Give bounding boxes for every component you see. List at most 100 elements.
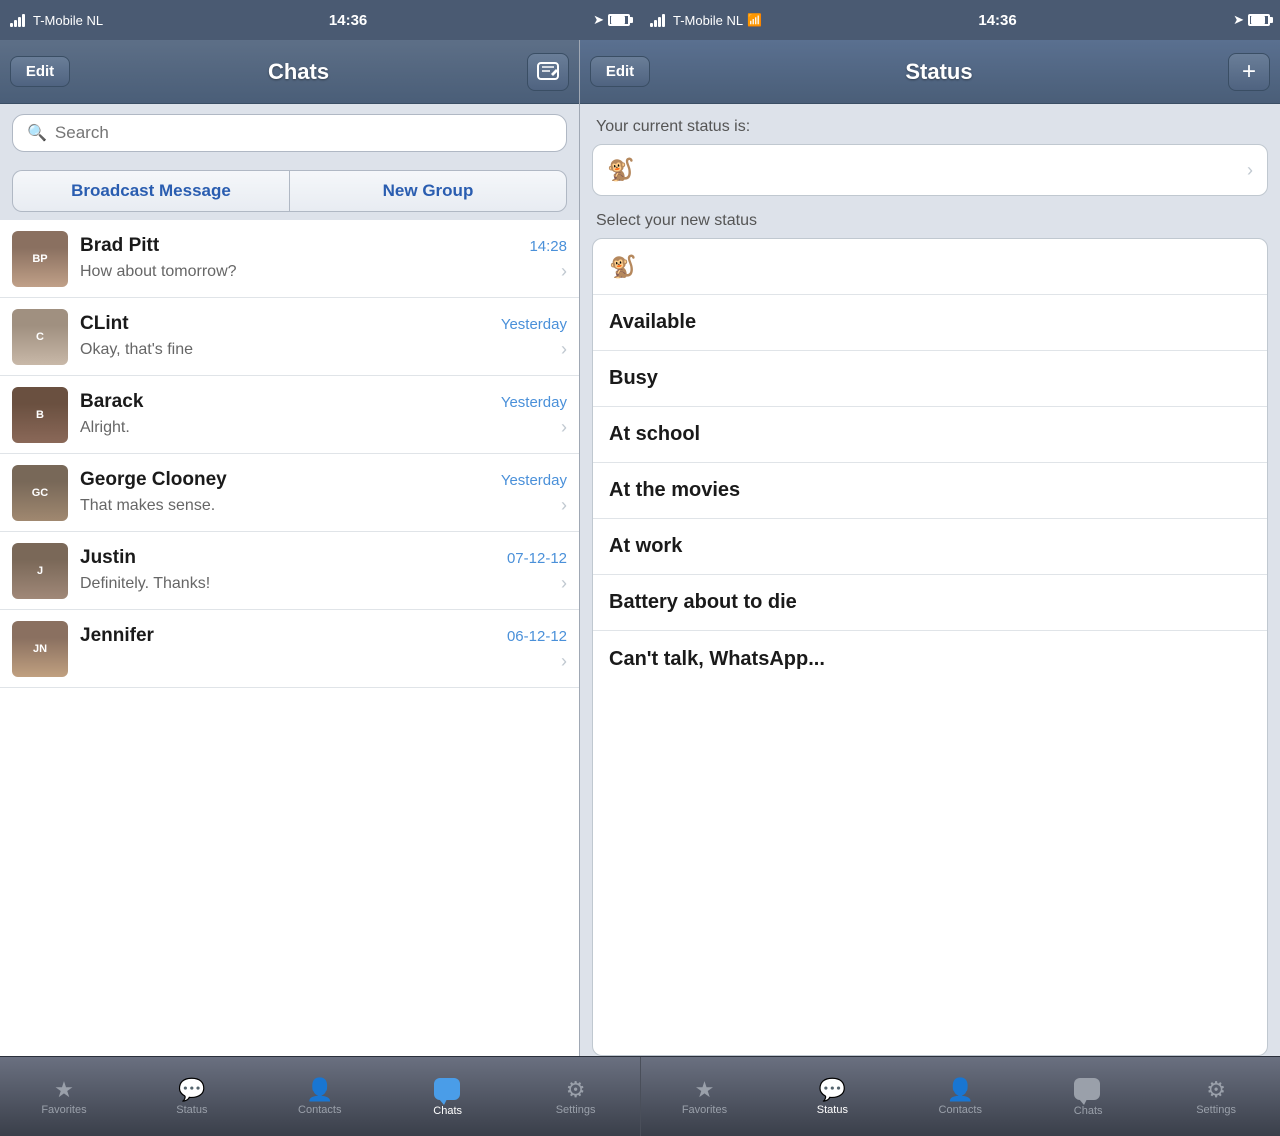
location-icon: ➤ bbox=[593, 12, 604, 28]
chat-time: Yesterday bbox=[501, 394, 567, 411]
tab-item-contacts[interactable]: 👤 Contacts bbox=[256, 1057, 384, 1136]
chat-time: Yesterday bbox=[501, 316, 567, 333]
search-container: 🔍 bbox=[0, 104, 579, 162]
chat-name: George Clooney bbox=[80, 469, 227, 491]
chat-item[interactable]: BP Brad Pitt 14:28 How about tomorrow? › bbox=[0, 220, 579, 298]
chat-info: Justin 07-12-12 Definitely. Thanks! › bbox=[80, 547, 567, 594]
settings-icon: ⚙ bbox=[1206, 1079, 1226, 1101]
compose-button[interactable] bbox=[527, 53, 569, 91]
tab-item-settings[interactable]: ⚙ Settings bbox=[512, 1057, 640, 1136]
page-title-left: Chats bbox=[70, 59, 527, 85]
tab-label: Chats bbox=[433, 1105, 462, 1117]
tab-label: Settings bbox=[556, 1104, 596, 1116]
search-input[interactable] bbox=[55, 123, 552, 143]
chat-info: Brad Pitt 14:28 How about tomorrow? › bbox=[80, 235, 567, 282]
status-icon: 💬 bbox=[178, 1079, 205, 1101]
chat-time: 06-12-12 bbox=[507, 628, 567, 645]
chat-info: George Clooney Yesterday That makes sens… bbox=[80, 469, 567, 516]
carrier-name-right: T-Mobile NL bbox=[673, 13, 743, 28]
chevron-icon: › bbox=[561, 339, 567, 360]
tab-item-settings[interactable]: ⚙ Settings bbox=[1152, 1057, 1280, 1136]
status-option-item[interactable]: Battery about to die bbox=[593, 575, 1267, 631]
current-status-chevron-icon: › bbox=[1247, 160, 1253, 181]
chat-preview: That makes sense. bbox=[80, 497, 553, 515]
chat-time: 14:28 bbox=[529, 238, 567, 255]
tab-item-favorites[interactable]: ★ Favorites bbox=[641, 1057, 769, 1136]
chat-name: Brad Pitt bbox=[80, 235, 159, 257]
chat-name: Barack bbox=[80, 391, 143, 413]
tab-item-chats[interactable]: Chats bbox=[1024, 1057, 1152, 1136]
tab-label: Settings bbox=[1196, 1104, 1236, 1116]
chat-item[interactable]: GC George Clooney Yesterday That makes s… bbox=[0, 454, 579, 532]
new-group-button[interactable]: New Group bbox=[289, 170, 567, 212]
status-time-left: 14:36 bbox=[103, 12, 593, 29]
chat-item[interactable]: B Barack Yesterday Alright. › bbox=[0, 376, 579, 454]
chat-item[interactable]: J Justin 07-12-12 Definitely. Thanks! › bbox=[0, 532, 579, 610]
broadcast-message-button[interactable]: Broadcast Message bbox=[12, 170, 289, 212]
chat-name: CLint bbox=[80, 313, 129, 335]
chat-preview: Alright. bbox=[80, 419, 553, 437]
tab-label: Status bbox=[817, 1104, 848, 1116]
select-status-label: Select your new status bbox=[580, 208, 1280, 238]
search-icon: 🔍 bbox=[27, 123, 47, 143]
battery-icon-left bbox=[608, 14, 630, 26]
tab-label: Chats bbox=[1074, 1105, 1103, 1117]
status-icon: 💬 bbox=[819, 1079, 846, 1101]
favorites-icon: ★ bbox=[695, 1079, 715, 1101]
status-option-item[interactable]: Can't talk, WhatsApp... bbox=[593, 631, 1267, 687]
person-icon: 👤 bbox=[947, 1079, 974, 1101]
carrier-name: T-Mobile NL bbox=[33, 13, 103, 28]
chat-bubble-icon bbox=[434, 1078, 462, 1102]
avatar: C bbox=[12, 309, 68, 365]
edit-button-left[interactable]: Edit bbox=[10, 56, 70, 87]
tab-item-contacts[interactable]: 👤 Contacts bbox=[896, 1057, 1024, 1136]
page-title-right: Status bbox=[650, 59, 1228, 85]
status-item-text: Can't talk, WhatsApp... bbox=[609, 648, 825, 671]
signal-strength-icon bbox=[10, 13, 25, 27]
status-emoji: 🐒 bbox=[609, 254, 636, 280]
chat-list: BP Brad Pitt 14:28 How about tomorrow? ›… bbox=[0, 220, 579, 1056]
chat-name: Jennifer bbox=[80, 625, 154, 647]
tab-item-status[interactable]: 💬 Status bbox=[768, 1057, 896, 1136]
status-options-list: 🐒 Available BusyAt schoolAt the moviesAt w… bbox=[592, 238, 1268, 1056]
status-option-item[interactable]: 🐒 bbox=[593, 239, 1267, 295]
status-option-item[interactable]: At school bbox=[593, 407, 1267, 463]
chat-info: Barack Yesterday Alright. › bbox=[80, 391, 567, 438]
avatar: JN bbox=[12, 621, 68, 677]
person-icon: 👤 bbox=[306, 1079, 333, 1101]
status-option-item[interactable]: Busy bbox=[593, 351, 1267, 407]
chevron-icon: › bbox=[561, 261, 567, 282]
battery-icon-right bbox=[1248, 14, 1270, 26]
chat-preview: How about tomorrow? bbox=[80, 263, 553, 281]
settings-icon: ⚙ bbox=[566, 1079, 586, 1101]
chevron-icon: › bbox=[561, 573, 567, 594]
chat-preview: Definitely. Thanks! bbox=[80, 575, 553, 593]
chat-item[interactable]: C CLint Yesterday Okay, that's fine › bbox=[0, 298, 579, 376]
tab-item-chats[interactable]: Chats bbox=[384, 1057, 512, 1136]
tab-item-favorites[interactable]: ★ Favorites bbox=[0, 1057, 128, 1136]
tab-item-status[interactable]: 💬 Status bbox=[128, 1057, 256, 1136]
avatar: B bbox=[12, 387, 68, 443]
chat-item[interactable]: JN Jennifer 06-12-12 › bbox=[0, 610, 579, 688]
tab-label: Contacts bbox=[298, 1104, 341, 1116]
status-option-item[interactable]: At the movies bbox=[593, 463, 1267, 519]
action-buttons-bar: Broadcast Message New Group bbox=[0, 162, 579, 220]
current-status-label: Your current status is: bbox=[580, 104, 1280, 144]
current-status-box[interactable]: 🐒 › bbox=[592, 144, 1268, 196]
chat-preview: Okay, that's fine bbox=[80, 341, 553, 359]
status-item-text: Available bbox=[609, 311, 696, 334]
avatar: GC bbox=[12, 465, 68, 521]
tab-label: Contacts bbox=[939, 1104, 982, 1116]
favorites-icon: ★ bbox=[54, 1079, 74, 1101]
signal-strength-icon-right bbox=[650, 13, 665, 27]
right-tab-bar: ★ Favorites 💬 Status 👤 Contacts Chats ⚙ … bbox=[641, 1057, 1280, 1136]
add-status-button[interactable]: + bbox=[1228, 53, 1270, 91]
chat-name: Justin bbox=[80, 547, 136, 569]
status-option-item[interactable]: At work bbox=[593, 519, 1267, 575]
edit-button-right[interactable]: Edit bbox=[590, 56, 650, 87]
avatar: BP bbox=[12, 231, 68, 287]
chevron-icon: › bbox=[561, 495, 567, 516]
status-option-item[interactable]: Available bbox=[593, 295, 1267, 351]
tab-label: Favorites bbox=[41, 1104, 86, 1116]
chat-bubble-icon bbox=[1074, 1078, 1102, 1102]
